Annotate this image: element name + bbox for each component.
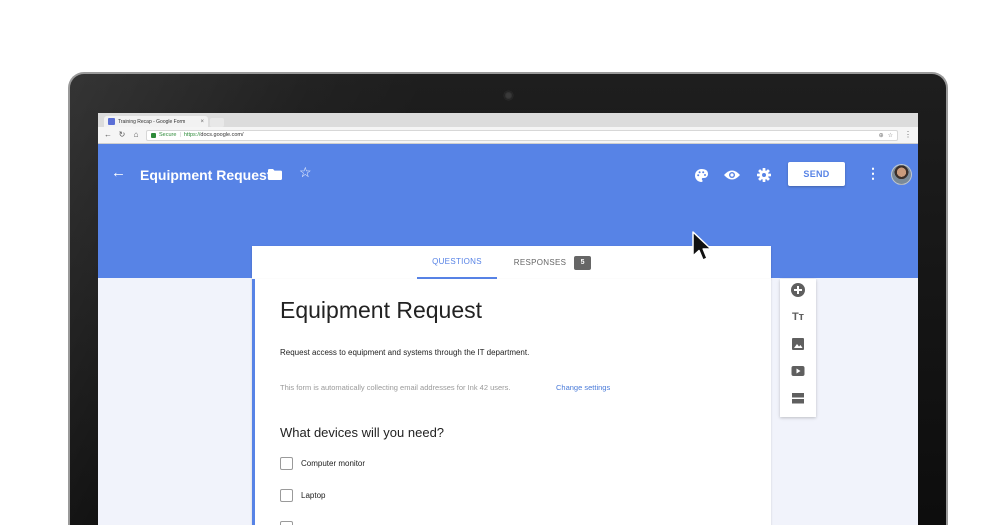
tab-responses-label: RESPONSES bbox=[513, 258, 567, 267]
new-tab-button[interactable] bbox=[210, 118, 224, 127]
more-vert-icon[interactable]: ⋮ bbox=[866, 166, 880, 180]
forms-favicon-icon bbox=[108, 118, 115, 125]
checkbox[interactable] bbox=[280, 457, 293, 470]
tab-responses[interactable]: RESPONSES 5 bbox=[505, 246, 600, 279]
arrow-left-icon[interactable]: ← bbox=[111, 165, 126, 180]
checkbox-option-label: Computer monitor bbox=[301, 459, 366, 468]
address-bar[interactable]: Secure | https://docs.google.com/ ⊕ ☆ bbox=[146, 129, 898, 141]
address-separator: | bbox=[179, 132, 181, 138]
send-button[interactable]: SEND bbox=[788, 162, 845, 186]
zoom-icon[interactable]: ⊕ bbox=[879, 132, 884, 139]
palette-icon[interactable] bbox=[695, 169, 708, 182]
tab-questions[interactable]: QUESTIONS bbox=[417, 246, 497, 279]
url-text: https://docs.google.com/ bbox=[183, 132, 244, 138]
section-icon[interactable] bbox=[790, 390, 806, 406]
responses-count-badge: 5 bbox=[574, 255, 592, 270]
form-description[interactable]: Request access to equipment and systems … bbox=[280, 348, 529, 357]
address-bar-actions: ⊕ ☆ bbox=[879, 132, 893, 139]
avatar[interactable] bbox=[891, 164, 912, 185]
browser-menu-icon[interactable]: ⋮ bbox=[904, 131, 912, 139]
browser-tab[interactable]: Training Recap - Google Form × bbox=[104, 116, 208, 127]
form-header-card: Equipment Request Request access to equi… bbox=[252, 279, 771, 525]
email-collection-note: This form is automatically collecting em… bbox=[280, 383, 511, 392]
secure-label: Secure bbox=[159, 132, 177, 138]
browser-tabstrip: Training Recap - Google Form × bbox=[98, 113, 918, 127]
browser-toolbar: ← ↻ ⌂ Secure | https://docs.google.com/ … bbox=[98, 127, 918, 144]
image-icon[interactable] bbox=[790, 336, 806, 352]
change-settings-link[interactable]: Change settings bbox=[556, 383, 610, 392]
close-tab-icon[interactable]: × bbox=[200, 119, 204, 125]
checkbox-option-label: Laptop bbox=[301, 491, 326, 500]
bookmark-star-icon[interactable]: ☆ bbox=[888, 132, 893, 139]
gear-icon[interactable] bbox=[757, 168, 771, 182]
form-title[interactable]: Equipment Request bbox=[280, 297, 482, 324]
checkbox-option[interactable]: Computer monitor bbox=[280, 457, 365, 470]
eye-icon[interactable] bbox=[724, 169, 740, 181]
question-title[interactable]: What devices will you need? bbox=[280, 425, 444, 440]
webcam bbox=[504, 91, 513, 100]
checkbox-option[interactable] bbox=[280, 521, 293, 525]
checkbox[interactable] bbox=[280, 489, 293, 502]
video-icon[interactable] bbox=[790, 363, 806, 379]
mouse-cursor-icon bbox=[692, 231, 712, 261]
add-item-toolbar: Tт bbox=[780, 279, 816, 417]
browser-tab-title: Training Recap - Google Form bbox=[118, 118, 186, 125]
checkbox-option[interactable]: Laptop bbox=[280, 489, 325, 502]
checkbox[interactable] bbox=[280, 521, 293, 525]
lock-icon bbox=[151, 132, 156, 138]
screen: Training Recap - Google Form × ← ↻ ⌂ Sec… bbox=[98, 113, 918, 525]
reload-icon[interactable]: ↻ bbox=[118, 131, 126, 139]
add-circle-icon[interactable] bbox=[790, 282, 806, 298]
folder-icon[interactable] bbox=[268, 169, 282, 180]
text-title-icon[interactable]: Tт bbox=[790, 309, 806, 325]
back-nav-icon[interactable]: ← bbox=[104, 131, 112, 139]
star-icon[interactable]: ☆ bbox=[299, 165, 312, 179]
home-icon[interactable]: ⌂ bbox=[132, 131, 140, 139]
header-form-title[interactable]: Equipment Request bbox=[140, 167, 271, 183]
